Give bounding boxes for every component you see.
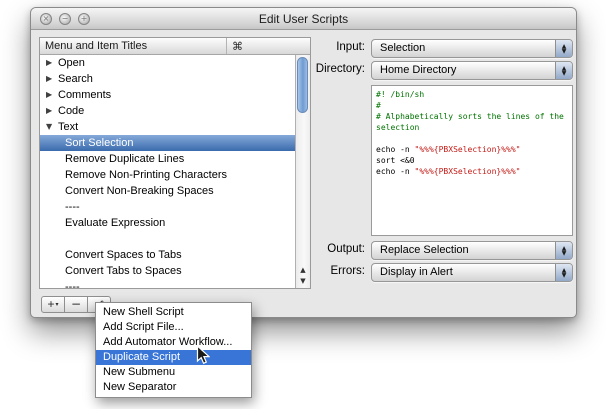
code-command: echo -n bbox=[376, 145, 415, 154]
popup-stepper-icon: ▲▼ bbox=[555, 264, 572, 281]
list-item-comments[interactable]: ▶ Comments bbox=[40, 87, 295, 103]
minus-icon: − bbox=[71, 297, 81, 312]
list-item-label: Convert Tabs to Spaces bbox=[65, 263, 182, 279]
scroll-down-button[interactable]: ▼ bbox=[296, 276, 310, 287]
list-item-label: Convert Spaces to Tabs bbox=[65, 247, 182, 263]
disclosure-triangle-icon[interactable]: ▶ bbox=[46, 87, 57, 103]
code-line: echo -n "%%%{PBXSelection}%%%" bbox=[376, 144, 570, 155]
script-source-editor[interactable]: #! /bin/sh # # Alphabetically sorts the … bbox=[371, 85, 573, 236]
add-script-menu: New Shell Script Add Script File... Add … bbox=[95, 302, 252, 398]
list-item-convert-non-breaking-spaces[interactable]: Convert Non-Breaking Spaces bbox=[40, 183, 295, 199]
menu-item-duplicate-script[interactable]: Duplicate Script bbox=[96, 350, 251, 365]
list-item-label: Text bbox=[57, 119, 78, 135]
window-title: Edit User Scripts bbox=[31, 8, 576, 30]
popup-stepper-icon: ▲▼ bbox=[555, 40, 572, 57]
disclosure-triangle-icon[interactable]: ▶ bbox=[46, 71, 57, 87]
dropdown-arrow-icon: ▾ bbox=[56, 297, 59, 312]
code-line: #! /bin/sh bbox=[376, 89, 570, 100]
list-item-separator[interactable]: ---- bbox=[40, 199, 295, 215]
desktop-background: { "colors": { "selection-blue-top": "#85… bbox=[0, 0, 606, 409]
directory-popup[interactable]: Home Directory ▲▼ bbox=[371, 61, 573, 80]
list-item-label: ---- bbox=[65, 279, 80, 288]
list-item-label: Evaluate Expression bbox=[65, 215, 165, 231]
input-label: Input: bbox=[251, 41, 365, 53]
list-header-title: Menu and Item Titles bbox=[45, 38, 147, 55]
list-item-label: Comments bbox=[57, 87, 111, 103]
directory-popup-value: Home Directory bbox=[380, 62, 456, 79]
menu-item-add-automator-workflow[interactable]: Add Automator Workflow... bbox=[96, 335, 251, 350]
list-item-label: Sort Selection bbox=[65, 135, 133, 151]
output-label: Output: bbox=[251, 243, 365, 255]
code-string: "%%%{PBXSelection}%%%" bbox=[415, 145, 521, 154]
list-item-remove-non-printing-characters[interactable]: Remove Non-Printing Characters bbox=[40, 167, 295, 183]
list-item-text[interactable]: ▼ Text bbox=[40, 119, 295, 135]
list-item-code[interactable]: ▶ Code bbox=[40, 103, 295, 119]
code-line: echo -n "%%%{PBXSelection}%%%" bbox=[376, 166, 570, 177]
disclosure-triangle-icon[interactable]: ▶ bbox=[46, 55, 57, 71]
menu-item-new-shell-script[interactable]: New Shell Script bbox=[96, 305, 251, 320]
plus-icon: + bbox=[47, 297, 54, 312]
input-popup-value: Selection bbox=[380, 40, 425, 57]
errors-popup-value: Display in Alert bbox=[380, 264, 453, 281]
popup-stepper-icon: ▲▼ bbox=[555, 242, 572, 259]
edit-user-scripts-window: × − + Edit User Scripts Menu and Item Ti… bbox=[30, 7, 577, 318]
output-popup[interactable]: Replace Selection ▲▼ bbox=[371, 241, 573, 260]
list-item-label: Search bbox=[57, 71, 93, 87]
remove-script-button[interactable]: − bbox=[64, 296, 88, 313]
list-item-label: Remove Duplicate Lines bbox=[65, 151, 184, 167]
list-item-label: Open bbox=[57, 55, 85, 71]
list-item-label: Convert Non-Breaking Spaces bbox=[65, 183, 214, 199]
disclosure-triangle-icon[interactable]: ▶ bbox=[46, 103, 57, 119]
menu-item-new-separator[interactable]: New Separator bbox=[96, 380, 251, 395]
code-line: # bbox=[376, 100, 570, 111]
code-line: # Alphabetically sorts the lines of the … bbox=[376, 111, 570, 133]
code-string: "%%%{PBXSelection}%%%" bbox=[415, 167, 521, 176]
list-item-label: Remove Non-Printing Characters bbox=[65, 167, 227, 183]
list-item-label: ---- bbox=[65, 199, 80, 215]
list-item-separator[interactable]: ---- bbox=[40, 279, 295, 288]
errors-label: Errors: bbox=[251, 265, 365, 277]
list-item-evaluate-expression[interactable]: Evaluate Expression bbox=[40, 215, 295, 231]
list-item-sort-selection[interactable]: Sort Selection bbox=[40, 135, 295, 151]
column-divider bbox=[226, 38, 227, 54]
disclosure-triangle-icon[interactable]: ▼ bbox=[46, 119, 57, 135]
output-popup-value: Replace Selection bbox=[380, 242, 469, 259]
code-command: echo -n bbox=[376, 167, 415, 176]
popup-stepper-icon: ▲▼ bbox=[555, 62, 572, 79]
errors-popup[interactable]: Display in Alert ▲▼ bbox=[371, 263, 573, 282]
menu-item-add-script-file[interactable]: Add Script File... bbox=[96, 320, 251, 335]
list-item-label: Code bbox=[57, 103, 84, 119]
title-bar[interactable]: × − + Edit User Scripts bbox=[31, 8, 576, 30]
input-popup[interactable]: Selection ▲▼ bbox=[371, 39, 573, 58]
code-line bbox=[376, 133, 570, 144]
menu-item-new-submenu[interactable]: New Submenu bbox=[96, 365, 251, 380]
add-script-button[interactable]: + ▾ bbox=[41, 296, 65, 313]
directory-label: Directory: bbox=[251, 63, 365, 75]
code-line: sort <&0 bbox=[376, 155, 570, 166]
list-item-remove-duplicate-lines[interactable]: Remove Duplicate Lines bbox=[40, 151, 295, 167]
